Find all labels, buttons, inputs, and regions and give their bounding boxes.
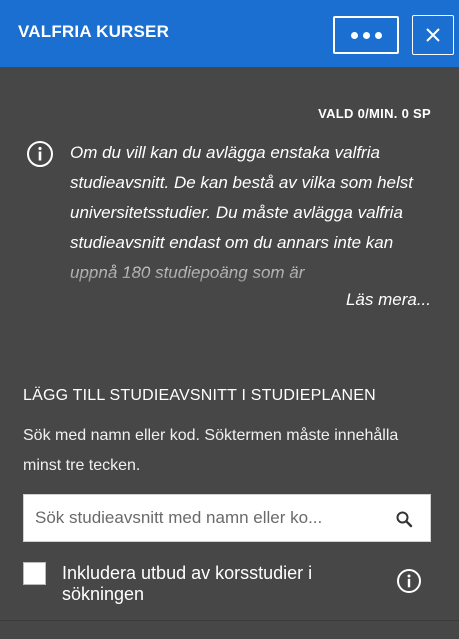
more-horizontal-icon-dot (362, 31, 370, 39)
panel-title: VALFRIA KURSER (18, 22, 170, 41)
cross-studies-checkbox[interactable] (23, 562, 46, 585)
search-box (23, 494, 431, 542)
more-horizontal-icon-dot (374, 31, 382, 39)
info-icon[interactable] (396, 568, 422, 594)
more-horizontal-icon (350, 31, 358, 39)
divider (0, 620, 459, 621)
more-options-button[interactable] (333, 16, 399, 54)
section-heading: LÄGG TILL STUDIEAVSNITT I STUDIEPLANEN (23, 387, 376, 404)
info-icon (26, 140, 54, 168)
intro-text: Om du vill kan du avlägga enstaka valfri… (70, 143, 413, 282)
cross-studies-label[interactable]: Inkludera utbud av korsstudier i sökning… (62, 563, 382, 605)
search-help-text: Sök med namn eller kod. Söktermen måste … (23, 427, 399, 474)
read-more-link[interactable]: Läs mera... (346, 290, 431, 310)
close-button[interactable] (412, 15, 454, 55)
selection-status: VALD 0/MIN. 0 SP (318, 106, 431, 121)
search-icon[interactable] (395, 510, 413, 528)
search-input[interactable] (24, 495, 384, 541)
panel-header: VALFRIA KURSER (0, 0, 459, 67)
close-icon (426, 28, 440, 42)
